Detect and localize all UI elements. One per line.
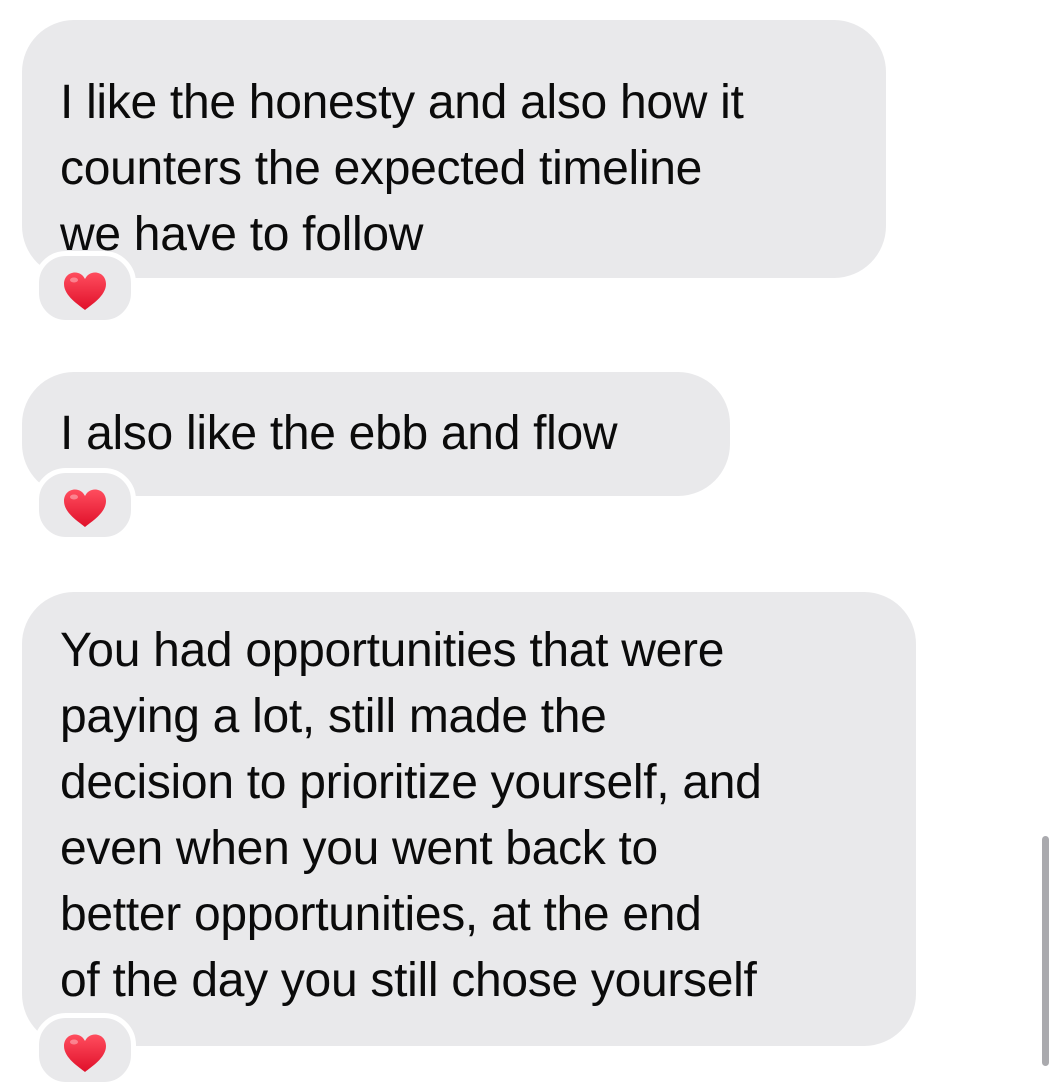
- red-heart-icon: [64, 272, 106, 310]
- heart-reaction-badge[interactable]: [34, 1013, 136, 1087]
- red-heart-icon: [64, 1034, 106, 1072]
- message-text-line: I like the honesty and also how it: [60, 76, 744, 129]
- message-text-line: decision to prioritize yourself, and: [60, 756, 762, 809]
- message-bubble[interactable]: I like the honesty and also how it count…: [22, 20, 886, 278]
- scrollbar[interactable]: [1042, 836, 1049, 1066]
- message-text-line: of the day you still chose yourself: [60, 954, 757, 1007]
- message-bubble[interactable]: I also like the ebb and flow: [22, 372, 730, 496]
- message-text-line: You had opportunities that were: [60, 624, 725, 677]
- message-text-line: I also like the ebb and flow: [60, 407, 618, 460]
- heart-reaction-badge[interactable]: [34, 251, 136, 325]
- message-text-line: even when you went back to: [60, 822, 658, 875]
- message-text-line: paying a lot, still made the: [60, 690, 607, 743]
- red-heart-icon: [64, 489, 106, 527]
- message-text-line: we have to follow: [60, 208, 424, 261]
- message-text-line: counters the expected timeline: [60, 142, 703, 195]
- message-text-line: better opportunities, at the end: [60, 888, 702, 941]
- heart-reaction-badge[interactable]: [34, 468, 136, 542]
- message-bubble[interactable]: You had opportunities that were paying a…: [22, 592, 916, 1046]
